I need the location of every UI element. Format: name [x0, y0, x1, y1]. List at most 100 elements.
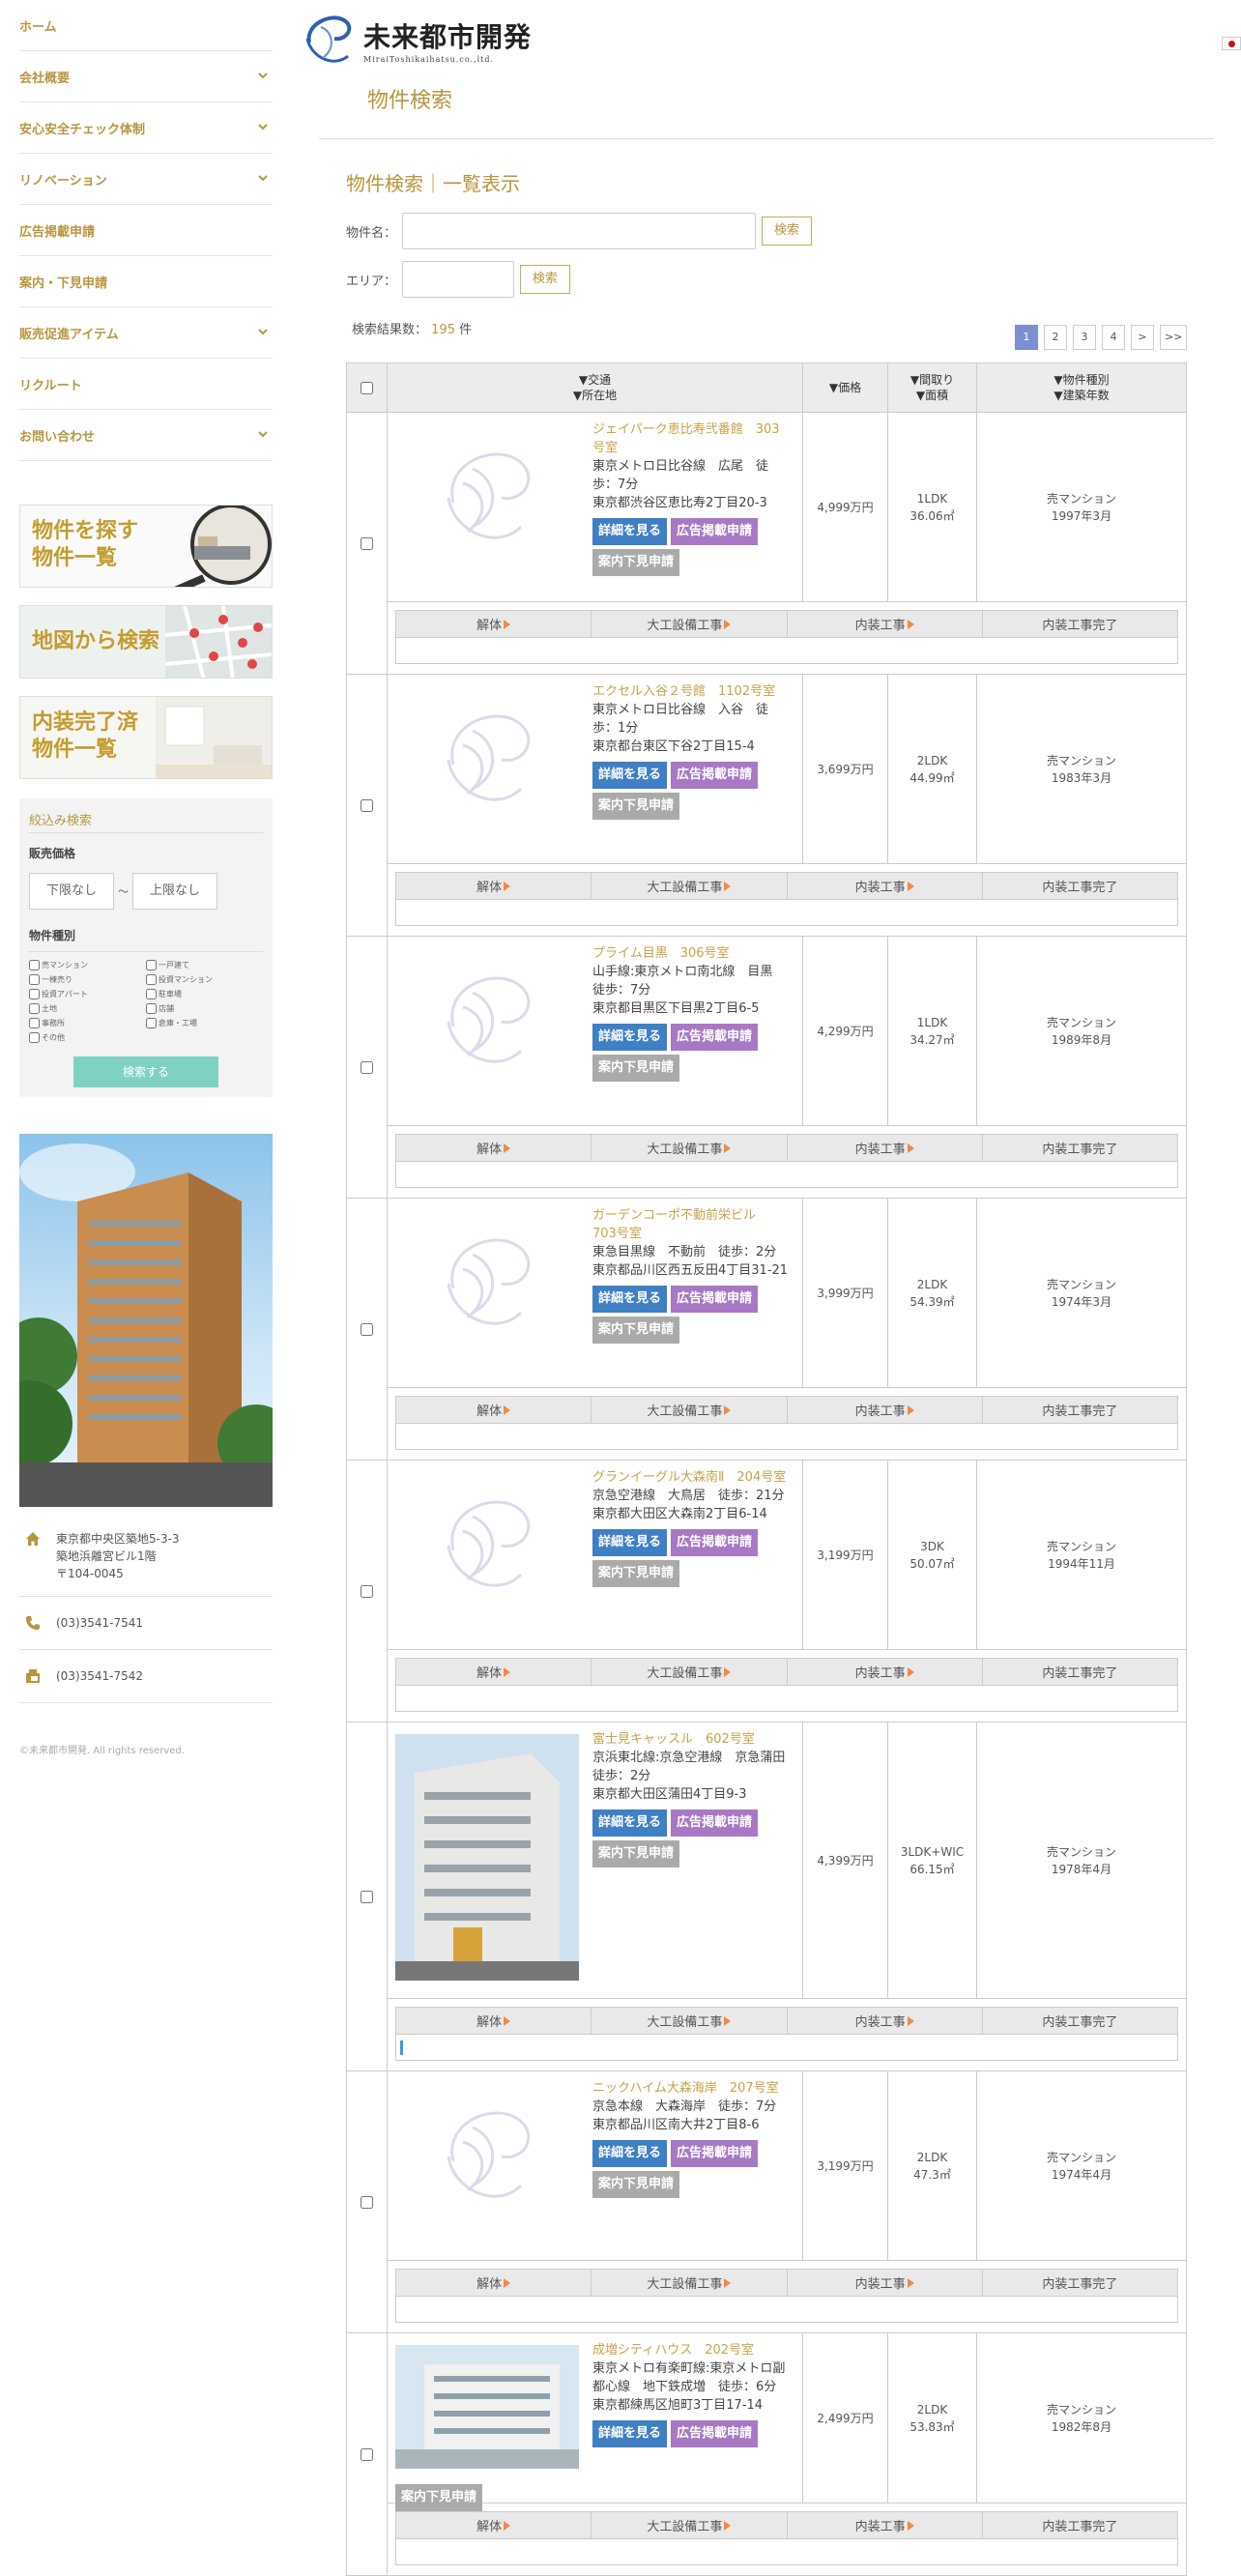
property-name-link[interactable]: プライム目黒 306号室 [592, 944, 790, 963]
nav-item[interactable]: リクルート [19, 359, 273, 410]
type-option[interactable]: 一棟売り [29, 974, 146, 985]
property-thumbnail[interactable] [395, 2079, 579, 2234]
property-thumbnail[interactable] [395, 682, 579, 837]
type-option[interactable]: 投資マンション [146, 974, 263, 985]
page-link[interactable]: >> [1160, 325, 1188, 350]
property-name-link[interactable]: ニックハイム大森海岸 207号室 [592, 2079, 790, 2098]
type-option[interactable]: 一戸建て [146, 960, 263, 970]
ad-request-button[interactable]: 広告掲載申請 [671, 2140, 759, 2167]
property-thumbnail[interactable] [395, 944, 579, 1099]
price-max-select[interactable]: 上限なし [132, 873, 217, 910]
property-name-link[interactable]: 成増シティハウス 202号室 [592, 2341, 790, 2359]
row-checkbox[interactable] [361, 536, 373, 550]
ad-request-button[interactable]: 広告掲載申請 [671, 762, 759, 789]
property-thumbnail[interactable] [395, 420, 579, 575]
detail-button[interactable]: 詳細を見る [592, 1286, 668, 1313]
viewing-request-button[interactable]: 案内下見申請 [592, 1317, 680, 1344]
nav-item[interactable]: 販売促進アイテム [19, 307, 273, 359]
property-name-input[interactable] [402, 213, 757, 249]
row-checkbox[interactable] [361, 2195, 373, 2209]
page-link[interactable]: 4 [1102, 325, 1125, 350]
ad-request-button[interactable]: 広告掲載申請 [671, 518, 759, 545]
type-checkbox[interactable] [146, 989, 157, 999]
property-name-link[interactable]: ジェイパーク恵比寿弐番館 303号室 [592, 420, 790, 457]
nav-item[interactable]: 案内・下見申請 [19, 256, 273, 307]
type-checkbox[interactable] [146, 974, 157, 985]
company-logo[interactable]: 未来都市開発 MiraiToshikaihatsu.co.,ltd. [300, 10, 532, 70]
property-name-link[interactable]: 富士見キャッスル 602号室 [592, 1730, 790, 1749]
type-option[interactable]: その他 [29, 1032, 146, 1043]
type-option[interactable]: 事務所 [29, 1018, 146, 1028]
viewing-request-button[interactable]: 案内下見申請 [592, 549, 680, 576]
detail-button[interactable]: 詳細を見る [592, 2420, 668, 2447]
type-option[interactable]: 投資アパート [29, 989, 146, 999]
type-checkbox[interactable] [29, 1003, 40, 1014]
sort-type[interactable]: ▼物件種別 ▼建築年数 [977, 363, 1186, 412]
nav-item[interactable]: 会社概要 [19, 51, 273, 102]
ad-request-button[interactable]: 広告掲載申請 [671, 1809, 759, 1837]
page-link[interactable]: 3 [1073, 325, 1096, 350]
property-thumbnail[interactable] [395, 1730, 579, 1983]
select-all-checkbox[interactable] [361, 381, 373, 394]
page-link[interactable]: 2 [1044, 325, 1067, 350]
nav-item[interactable]: 安心安全チェック体制 [19, 102, 273, 154]
sort-layout[interactable]: ▼間取り ▼面積 [888, 363, 977, 412]
contact-tel[interactable]: (03)3541-7541 [19, 1597, 273, 1650]
property-name-link[interactable]: エクセル入谷２号館 1102号室 [592, 682, 790, 701]
banner-finished-interior[interactable]: 内装完了済 物件一覧 [19, 696, 273, 779]
ad-request-button[interactable]: 広告掲載申請 [671, 1529, 759, 1556]
area-input[interactable] [402, 261, 515, 298]
type-option[interactable]: 土地 [29, 1003, 146, 1014]
viewing-request-button[interactable]: 案内下見申請 [395, 2484, 483, 2511]
detail-button[interactable]: 詳細を見る [592, 1024, 668, 1051]
property-name-link[interactable]: ガーデンコーポ不動前栄ビル 703号室 [592, 1206, 790, 1243]
area-search-button[interactable]: 検索 [520, 265, 571, 294]
viewing-request-button[interactable]: 案内下見申請 [592, 1560, 680, 1587]
type-checkbox[interactable] [29, 989, 40, 999]
type-option[interactable]: 倉庫・工場 [146, 1018, 263, 1028]
viewing-request-button[interactable]: 案内下見申請 [592, 793, 680, 820]
ad-request-button[interactable]: 広告掲載申請 [671, 1286, 759, 1313]
type-checkbox[interactable] [29, 1032, 40, 1043]
filter-search-button[interactable]: 検索する [73, 1056, 218, 1087]
type-checkbox[interactable] [146, 1003, 157, 1014]
price-min-select[interactable]: 下限なし [29, 873, 114, 910]
banner-map-search[interactable]: 地図から検索 [19, 605, 273, 679]
sort-transport[interactable]: ▼交通 ▼所在地 [388, 363, 803, 412]
property-thumbnail[interactable] [395, 1206, 579, 1361]
type-checkbox[interactable] [29, 1018, 40, 1028]
row-checkbox[interactable] [361, 1060, 373, 1074]
detail-button[interactable]: 詳細を見る [592, 2140, 668, 2167]
page-link[interactable]: 1 [1015, 325, 1038, 350]
nav-item[interactable]: お問い合わせ [19, 410, 273, 461]
type-checkbox[interactable] [146, 960, 157, 970]
row-checkbox[interactable] [361, 2447, 373, 2461]
detail-button[interactable]: 詳細を見る [592, 762, 668, 789]
detail-button[interactable]: 詳細を見る [592, 1809, 668, 1837]
detail-button[interactable]: 詳細を見る [592, 1529, 668, 1556]
viewing-request-button[interactable]: 案内下見申請 [592, 2171, 680, 2198]
nav-item[interactable]: 広告掲載申請 [19, 205, 273, 256]
type-option[interactable]: 店舗 [146, 1003, 263, 1014]
property-thumbnail[interactable] [395, 2341, 579, 2473]
row-checkbox[interactable] [361, 1584, 373, 1598]
row-checkbox[interactable] [361, 1890, 373, 1903]
nav-item[interactable]: ホーム [19, 0, 273, 51]
type-checkbox[interactable] [146, 1018, 157, 1028]
type-checkbox[interactable] [29, 960, 40, 970]
type-option[interactable]: 駐車場 [146, 989, 263, 999]
type-checkbox[interactable] [29, 974, 40, 985]
nav-item[interactable]: リノベーション [19, 154, 273, 205]
row-checkbox[interactable] [361, 1322, 373, 1336]
type-option[interactable]: 売マンション [29, 960, 146, 970]
sort-price[interactable]: ▼価格 [803, 363, 888, 412]
viewing-request-button[interactable]: 案内下見申請 [592, 1055, 680, 1082]
japan-flag-icon[interactable] [1222, 37, 1241, 50]
viewing-request-button[interactable]: 案内下見申請 [592, 1840, 680, 1867]
ad-request-button[interactable]: 広告掲載申請 [671, 2420, 759, 2447]
name-search-button[interactable]: 検索 [762, 217, 813, 246]
row-checkbox[interactable] [361, 798, 373, 812]
detail-button[interactable]: 詳細を見る [592, 518, 668, 545]
property-name-link[interactable]: グランイーグル大森南Ⅱ 204号室 [592, 1468, 790, 1487]
page-link[interactable]: > [1131, 325, 1154, 350]
